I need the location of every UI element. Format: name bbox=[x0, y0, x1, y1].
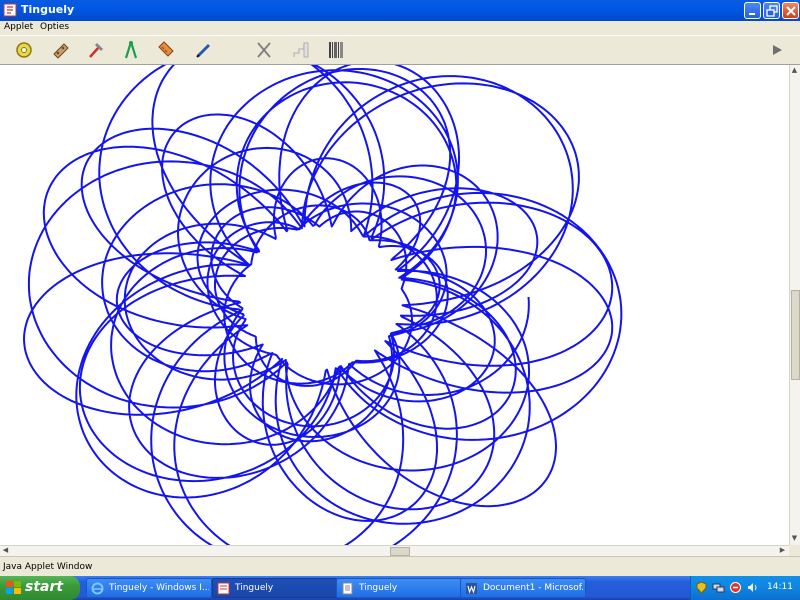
title-bar[interactable]: Tinguely bbox=[0, 0, 800, 21]
taskbar-item-document1-word[interactable]: Document1 - Microsof... bbox=[460, 578, 586, 598]
network-icon[interactable] bbox=[712, 581, 725, 594]
arm-icon bbox=[53, 43, 69, 59]
shield-icon[interactable] bbox=[695, 581, 708, 594]
taskbar-item-label: Tinguely bbox=[359, 583, 398, 593]
taskbar-item-tinguely-ie[interactable]: Tinguely - Windows I... bbox=[86, 578, 212, 598]
start-button[interactable]: start bbox=[0, 576, 80, 600]
pen-tool-button[interactable] bbox=[193, 39, 215, 61]
document-icon bbox=[342, 582, 353, 595]
menu-bar: Applet Opties bbox=[0, 21, 800, 35]
system-tray: 14:11 bbox=[690, 576, 800, 600]
ie-icon bbox=[91, 582, 104, 595]
taskbar-item-label: Tinguely bbox=[235, 583, 274, 593]
vertical-scroll-thumb[interactable] bbox=[791, 290, 800, 380]
hammer-icon bbox=[89, 42, 104, 58]
stairs-tool-button[interactable] bbox=[290, 39, 312, 61]
vertical-scrollbar[interactable]: ▲ ▼ bbox=[789, 65, 800, 545]
drawing-canvas[interactable] bbox=[0, 65, 789, 545]
scroll-corner bbox=[789, 545, 800, 556]
status-text: Java Applet Window bbox=[3, 562, 93, 572]
menu-opties[interactable]: Opties bbox=[40, 22, 69, 32]
barcode-tool-button[interactable] bbox=[325, 39, 347, 61]
antivirus-icon[interactable] bbox=[729, 581, 742, 594]
scroll-down-icon[interactable]: ▼ bbox=[790, 534, 799, 543]
stairs-icon bbox=[293, 42, 309, 58]
spirograph-curve bbox=[23, 65, 623, 545]
play-icon bbox=[773, 45, 782, 55]
toolbar bbox=[0, 35, 800, 65]
scroll-right-icon[interactable]: ▶ bbox=[778, 546, 787, 555]
minimize-button[interactable] bbox=[744, 2, 761, 19]
horizontal-scrollbar[interactable]: ◀ ▶ bbox=[0, 545, 789, 556]
motor-tool-button[interactable] bbox=[13, 39, 35, 61]
motor-icon bbox=[16, 42, 32, 58]
close-icon bbox=[786, 6, 796, 16]
barcode-icon bbox=[329, 42, 343, 58]
maximize-button[interactable] bbox=[763, 2, 780, 19]
arm-tool-button[interactable] bbox=[50, 39, 72, 61]
taskbar-item-tinguely-doc[interactable]: Tinguely bbox=[336, 578, 462, 598]
scissors-icon bbox=[257, 42, 271, 58]
menu-applet[interactable]: Applet bbox=[4, 22, 33, 32]
status-bar: Java Applet Window bbox=[0, 556, 800, 576]
clock: 14:11 bbox=[767, 582, 793, 592]
ruler-icon bbox=[158, 41, 174, 57]
word-icon bbox=[466, 583, 477, 594]
speaker-icon[interactable] bbox=[746, 581, 759, 594]
start-label: start bbox=[25, 579, 64, 595]
taskbar: start Tinguely - Windows I... Tinguely T… bbox=[0, 576, 800, 600]
hammer-tool-button[interactable] bbox=[85, 39, 107, 61]
minimize-icon bbox=[749, 13, 755, 15]
taskbar-item-label: Document1 - Microsof... bbox=[483, 583, 583, 593]
scroll-up-icon[interactable]: ▲ bbox=[790, 66, 799, 75]
pen-icon bbox=[196, 43, 211, 58]
horizontal-scroll-thumb[interactable] bbox=[390, 547, 410, 556]
compass-tool-button[interactable] bbox=[120, 39, 142, 61]
play-button[interactable] bbox=[766, 39, 788, 61]
windows-logo-icon bbox=[6, 581, 21, 594]
ruler-tool-button[interactable] bbox=[155, 39, 177, 61]
java-applet-icon bbox=[217, 582, 230, 595]
scroll-left-icon[interactable]: ◀ bbox=[1, 546, 10, 555]
window-title: Tinguely bbox=[21, 3, 75, 16]
compass-icon bbox=[124, 41, 138, 59]
scissors-tool-button[interactable] bbox=[253, 39, 275, 61]
taskbar-item-label: Tinguely - Windows I... bbox=[109, 583, 209, 593]
maximize-icon bbox=[766, 5, 778, 17]
spirograph-drawing bbox=[23, 65, 623, 545]
java-applet-icon bbox=[3, 3, 17, 17]
taskbar-item-tinguely-applet[interactable]: Tinguely bbox=[212, 578, 338, 598]
close-button[interactable] bbox=[782, 2, 799, 19]
